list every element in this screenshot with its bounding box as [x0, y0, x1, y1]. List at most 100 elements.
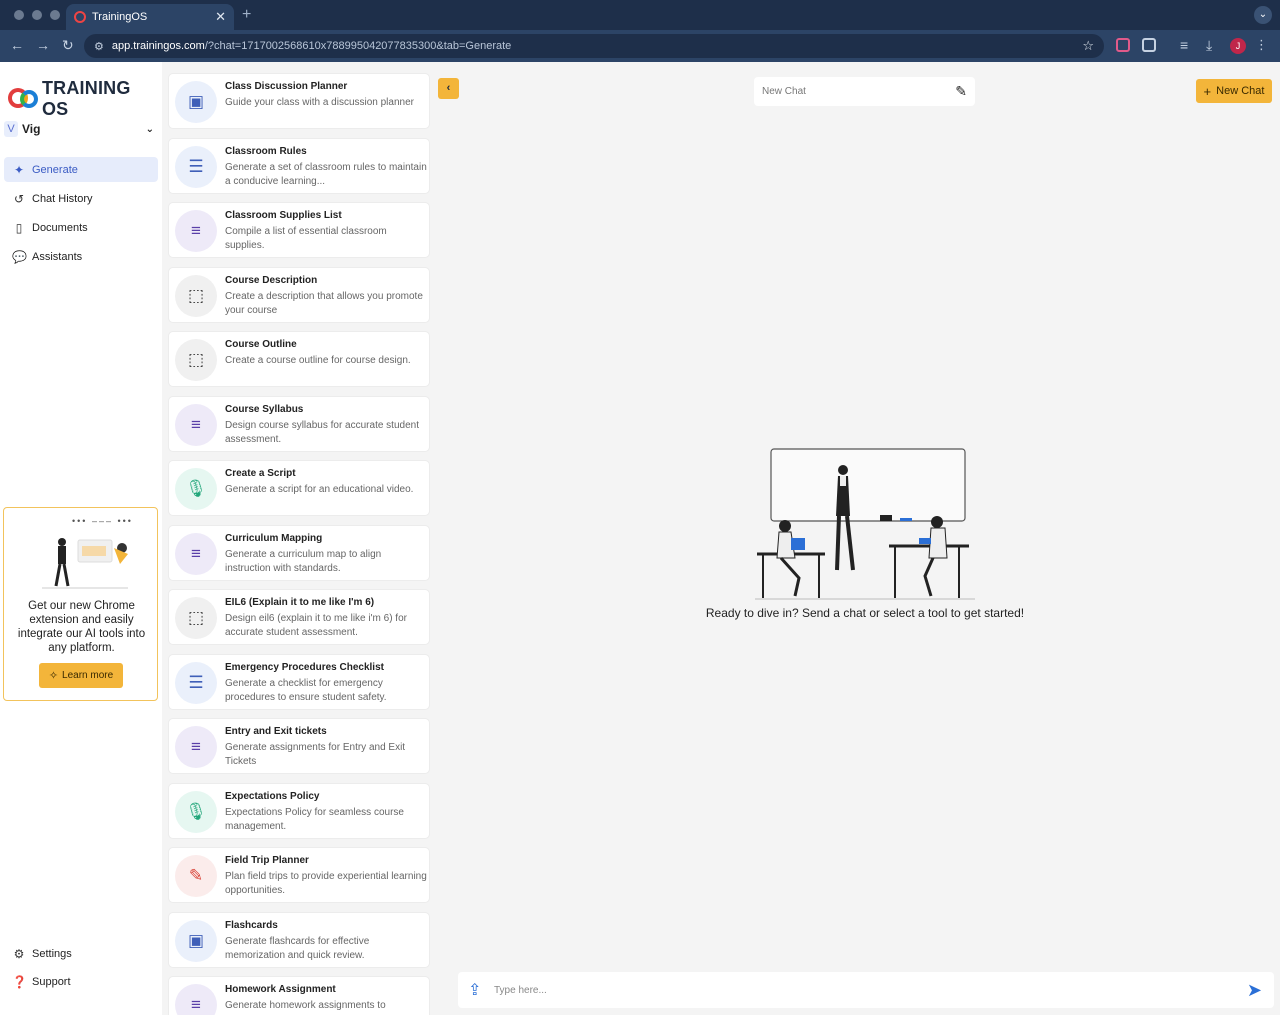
tool-title: Emergency Procedures Checklist: [225, 662, 384, 673]
image-icon: ▣: [175, 920, 217, 962]
tool-title: Course Outline: [225, 339, 297, 350]
browser-tab[interactable]: TrainingOS ✕: [66, 4, 234, 30]
tool-card[interactable]: ✎ Field Trip Planner Plan field trips to…: [168, 847, 430, 903]
tool-card[interactable]: ≡ Homework Assignment Generate homework …: [168, 976, 430, 1015]
logo[interactable]: TRAINING OS: [8, 78, 162, 120]
back-icon[interactable]: ←: [10, 37, 24, 53]
pointer-icon: ⬚: [175, 339, 217, 381]
edit-pencil-icon[interactable]: ✎: [955, 83, 967, 100]
learn-more-button[interactable]: ✧ Learn more: [39, 663, 123, 688]
sidebar-item-generate[interactable]: ✦ Generate: [4, 157, 158, 182]
tool-card[interactable]: ▣ Class Discussion Planner Guide your cl…: [168, 73, 430, 129]
profile-avatar[interactable]: J: [1230, 38, 1246, 54]
tool-description: Expectations Policy for seamless course …: [225, 807, 404, 832]
bookmark-star-icon[interactable]: ☆: [1082, 38, 1094, 54]
sidebar-nav: ✦ Generate ↺ Chat History ▯ Documents 💬 …: [4, 157, 158, 273]
new-chat-label: New Chat: [1216, 85, 1265, 97]
tool-card[interactable]: ☰ Emergency Procedures Checklist Generat…: [168, 654, 430, 710]
sidebar-item-label: Documents: [32, 221, 88, 234]
sidebar-item-chat-history[interactable]: ↺ Chat History: [4, 186, 158, 211]
promo-dots: ••• ––– •••: [72, 516, 133, 526]
lines-icon: ☰: [175, 146, 217, 188]
pointer-icon: ⬚: [175, 597, 217, 639]
tool-card[interactable]: ⬚ EIL6 (Explain it to me like I'm 6) Des…: [168, 589, 430, 645]
tool-title: Create a Script: [225, 468, 296, 479]
tool-title: EIL6 (Explain it to me like I'm 6): [225, 597, 375, 608]
tool-description: Generate flashcards for effective memori…: [225, 936, 370, 961]
tool-description: Generate homework assignments to: [225, 1000, 386, 1011]
logo-text: TRAINING OS: [41, 78, 131, 119]
new-tab-icon[interactable]: +: [242, 6, 251, 24]
sidebar-item-label: Support: [32, 976, 71, 988]
collapse-tools-button[interactable]: ‹: [438, 78, 459, 99]
chat-input-bar[interactable]: ⇪ Type here... ➤: [458, 972, 1274, 1008]
chevron-down-icon: ⌄: [145, 123, 154, 135]
tool-card[interactable]: ▣ Flashcards Generate flashcards for eff…: [168, 912, 430, 968]
help-icon: ❓: [12, 975, 27, 989]
plus-icon: +: [1203, 83, 1212, 99]
tool-description: Compile a list of essential classroom su…: [225, 226, 387, 251]
sidebar-item-label: Chat History: [32, 192, 93, 205]
logo-mark-icon: [8, 88, 38, 110]
browser-menu-icon[interactable]: ⋮: [1255, 37, 1268, 53]
workspace-initial: V: [4, 121, 18, 137]
tool-card[interactable]: 🎙 Create a Script Generate a script for …: [168, 460, 430, 516]
attach-file-icon[interactable]: ⇪: [468, 980, 486, 1000]
tool-title: Curriculum Mapping: [225, 533, 323, 544]
tool-title: Homework Assignment: [225, 984, 336, 995]
puzzle-icon: ✧: [48, 670, 59, 682]
tool-card[interactable]: ≡ Curriculum Mapping Generate a curricul…: [168, 525, 430, 581]
chat-name-placeholder: New Chat: [762, 86, 806, 97]
url-path: /?chat=1717002568610x788995042077835300&…: [204, 40, 512, 52]
chrome-extension-promo: ••• ––– ••• Get our new Chrome extension…: [3, 507, 158, 701]
tool-card[interactable]: 🎙 Expectations Policy Expectations Polic…: [168, 783, 430, 839]
sidebar-item-settings[interactable]: ⚙ Settings: [10, 942, 158, 966]
align-center-icon: ≡: [175, 210, 217, 252]
send-icon[interactable]: ➤: [1247, 980, 1262, 1001]
tool-description: Generate a script for an educational vid…: [225, 484, 414, 495]
window-controls[interactable]: [14, 10, 60, 20]
sidebar-item-support[interactable]: ❓ Support: [10, 970, 158, 994]
tool-title: Class Discussion Planner: [225, 81, 348, 92]
reload-icon[interactable]: ↻: [62, 37, 74, 54]
tool-card[interactable]: ≡ Course Syllabus Design course syllabus…: [168, 396, 430, 452]
pen-icon: ✎: [175, 855, 217, 897]
new-chat-button[interactable]: + New Chat: [1196, 79, 1272, 103]
site-info-icon[interactable]: ⚙: [94, 40, 104, 53]
download-icon[interactable]: ⤓: [1206, 37, 1212, 54]
sidebar: TRAINING OS V Vig ⌄ ✦ Generate ↺ Chat Hi…: [0, 62, 162, 1015]
tool-card[interactable]: ⬚ Course Description Create a descriptio…: [168, 267, 430, 323]
url-host: app.trainingos.com: [111, 40, 205, 52]
sidebar-item-documents[interactable]: ▯ Documents: [4, 215, 158, 240]
tool-card[interactable]: ☰ Classroom Rules Generate a set of clas…: [168, 138, 430, 194]
browser-tab-bar: TrainingOS ✕ + ⌄: [0, 0, 1280, 30]
tool-title: Classroom Rules: [225, 146, 307, 157]
close-tab-icon[interactable]: ✕: [215, 9, 226, 25]
tool-description: Generate a curriculum map to align instr…: [225, 549, 382, 574]
tool-description: Generate assignments for Entry and Exit …: [225, 742, 406, 767]
address-toolbar: ← → ↻ ⚙ app.trainingos.com/?chat=1717002…: [0, 30, 1280, 62]
tool-card[interactable]: ≡ Entry and Exit tickets Generate assign…: [168, 718, 430, 774]
tool-card[interactable]: ⬚ Course Outline Create a course outline…: [168, 331, 430, 387]
tab-search-icon[interactable]: ⌄: [1254, 6, 1272, 24]
favicon-icon: [74, 11, 86, 23]
workspace-selector[interactable]: V Vig ⌄: [4, 120, 158, 138]
extension-icon[interactable]: [1116, 38, 1130, 52]
reading-list-icon[interactable]: ≡: [1180, 37, 1188, 53]
tool-description: Generate a checklist for emergency proce…: [225, 678, 387, 703]
gear-icon: ⚙: [13, 947, 25, 961]
sidebar-item-assistants[interactable]: 💬 Assistants: [4, 244, 158, 269]
tool-card[interactable]: ≡ Classroom Supplies List Compile a list…: [168, 202, 430, 258]
tool-title: Classroom Supplies List: [225, 210, 342, 221]
microphone-icon: 🎙: [175, 791, 217, 833]
address-bar[interactable]: ⚙ app.trainingos.com/?chat=1717002568610…: [84, 34, 1104, 58]
forward-icon[interactable]: →: [36, 37, 50, 53]
tool-title: Expectations Policy: [225, 791, 320, 802]
tool-description: Guide your class with a discussion plann…: [225, 97, 414, 108]
sidebar-item-label: Settings: [32, 948, 72, 960]
tool-title: Field Trip Planner: [225, 855, 309, 866]
empty-state-illustration: [755, 448, 975, 600]
extensions-puzzle-icon[interactable]: [1142, 38, 1156, 52]
chat-name-field[interactable]: New Chat ✎: [754, 77, 975, 106]
align-center-icon: ≡: [175, 533, 217, 575]
